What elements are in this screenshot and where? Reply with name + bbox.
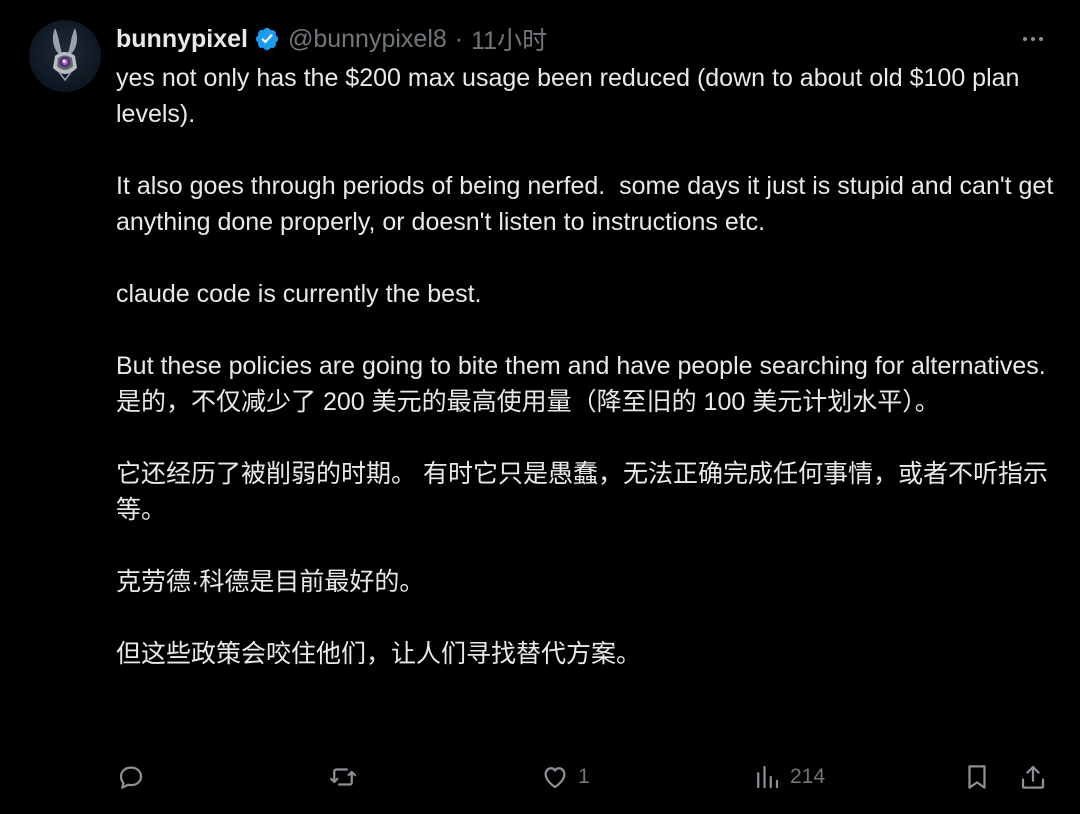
- like-button[interactable]: 1: [540, 758, 590, 796]
- more-dots-icon: [1023, 37, 1027, 41]
- views-count: 214: [790, 765, 826, 788]
- translation-block: 是的，不仅减少了 200 美元的最高使用量（降至旧的 100 美元计划水平）。 …: [116, 384, 1061, 672]
- tweet-paragraph-en: It also goes through periods of being ne…: [116, 172, 1061, 236]
- retweet-button[interactable]: [328, 758, 366, 796]
- more-options-button[interactable]: [1016, 25, 1050, 53]
- share-button[interactable]: [1018, 758, 1048, 796]
- bookmark-icon: [968, 765, 986, 789]
- timestamp[interactable]: 11小时: [471, 21, 547, 57]
- bunny-avatar-image: [52, 28, 78, 82]
- tweet-header: bunnypixel @bunnypixel8 · 11小时: [116, 22, 547, 56]
- tweet-paragraph-zh: 但这些政策会咬住他们，让人们寻找替代方案。: [116, 640, 642, 668]
- share-icon: [1021, 765, 1045, 789]
- action-bar: 1 214: [116, 758, 1056, 796]
- reply-button[interactable]: [116, 758, 154, 796]
- heart-icon: [544, 767, 566, 789]
- views-bar-chart-icon: [757, 765, 779, 789]
- user-handle[interactable]: @bunnypixel8: [288, 25, 447, 54]
- reply-icon: [119, 766, 143, 789]
- tweet-paragraph-en: claude code is currently the best.: [116, 280, 482, 308]
- tweet-paragraph-zh: 克劳德·科德是目前最好的。: [116, 568, 425, 596]
- tweet-paragraph-en: yes not only has the $200 max usage been…: [116, 64, 1027, 128]
- retweet-icon: [330, 768, 356, 786]
- display-name[interactable]: bunnypixel: [116, 25, 248, 54]
- separator-dot: ·: [454, 24, 464, 53]
- verified-badge-icon[interactable]: [254, 26, 280, 52]
- like-count: 1: [578, 765, 590, 788]
- tweet-paragraph-en: But these policies are going to bite the…: [116, 352, 1046, 380]
- views-button[interactable]: 214: [752, 758, 825, 796]
- tweet-paragraph-zh: 它还经历了被削弱的时期。 有时它只是愚蠢，无法正确完成任何事情，或者不听指示等。: [116, 460, 1048, 524]
- more-dots-icon: [1039, 37, 1043, 41]
- tweet-body: yes not only has the $200 max usage been…: [116, 60, 1061, 672]
- more-dots-icon: [1031, 37, 1035, 41]
- tweet-paragraph-zh: 是的，不仅减少了 200 美元的最高使用量（降至旧的 100 美元计划水平）。: [116, 388, 940, 416]
- avatar[interactable]: [29, 20, 101, 92]
- bookmark-button[interactable]: [962, 758, 992, 796]
